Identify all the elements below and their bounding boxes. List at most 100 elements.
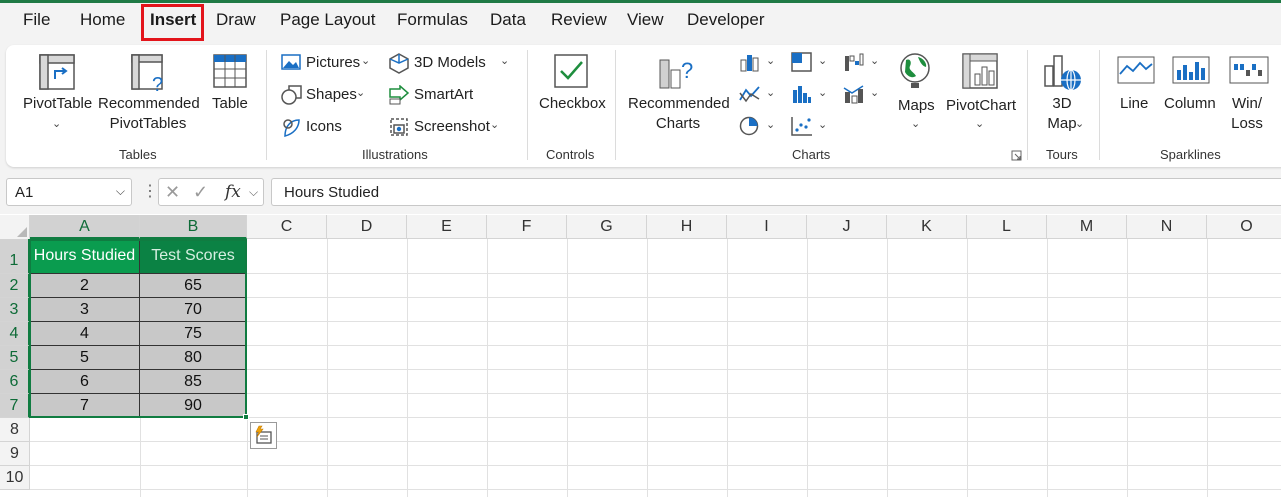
screenshot-icon [390,118,408,136]
sparkline-column-button[interactable]: Column [1164,94,1216,114]
quick-analysis-button[interactable] [250,422,277,449]
hierarchy-chart-icon [791,52,812,72]
formula-input[interactable]: Hours Studied [271,178,1281,206]
gridline [727,239,728,497]
column-header-h[interactable]: H [647,215,727,239]
insert-function-icon[interactable]: fx [225,182,241,202]
row-header-10[interactable]: 10 [0,466,30,490]
recommended-charts-icon: ? [659,58,693,89]
gridline [647,239,648,497]
row-header-9[interactable]: 9 [0,442,30,466]
recommended-charts-label-1: Recommended [628,95,730,112]
3d-models-button[interactable]: 3D Models [414,54,486,71]
column-header-c[interactable]: C [247,215,327,239]
enter-check-icon[interactable]: ✓ [193,182,208,203]
tab-file[interactable]: File [23,10,50,30]
tab-view[interactable]: View [627,10,664,30]
gridline [247,418,248,497]
column-chart-icon [740,55,759,72]
column-chart-chevron-down-icon[interactable]: ⌄ [766,54,775,67]
line-chart-chevron-down-icon[interactable]: ⌄ [766,86,775,99]
name-box[interactable]: A1 ⌵ [6,178,132,206]
column-header-o[interactable]: O [1207,215,1281,239]
column-header-n[interactable]: N [1127,215,1207,239]
tab-review[interactable]: Review [551,10,607,30]
sparkline-winloss-icon [1229,56,1269,84]
smartart-button[interactable]: SmartArt [414,86,473,103]
maps-globe-icon [900,53,930,88]
row-header-3[interactable]: 3 [0,298,30,322]
row-header-2[interactable]: 2 [0,274,30,298]
column-header-d[interactable]: D [327,215,407,239]
tab-developer[interactable]: Developer [687,10,765,30]
recommended-charts-button[interactable]: Recommended Charts [628,94,730,134]
maps-button[interactable]: Maps [898,96,935,116]
column-header-m[interactable]: M [1047,215,1127,239]
screenshot-chevron-down-icon[interactable]: ⌄ [490,118,499,131]
tab-draw[interactable]: Draw [216,10,256,30]
shapes-chevron-down-icon[interactable]: ⌄ [356,86,365,99]
pivottable-chevron-down-icon[interactable]: ⌄ [52,117,61,130]
recommended-pivottables-button[interactable]: Recommended PivotTables [98,94,200,134]
icons-button[interactable]: Icons [306,118,342,135]
maps-chevron-down-icon[interactable]: ⌄ [911,117,920,130]
scatter-chart-chevron-down-icon[interactable]: ⌄ [818,118,827,131]
smartart-icon [389,85,410,105]
column-header-e[interactable]: E [407,215,487,239]
gridline [1207,239,1208,497]
group-separator [527,50,528,160]
pie-chart-chevron-down-icon[interactable]: ⌄ [766,118,775,131]
column-header-g[interactable]: G [567,215,647,239]
column-header-l[interactable]: L [967,215,1047,239]
group-label-illustrations: Illustrations [362,147,428,162]
column-header-i[interactable]: I [727,215,807,239]
name-box-chevron-down-icon[interactable]: ⌵ [116,184,125,199]
fill-handle[interactable] [243,414,249,420]
checkbox-button[interactable]: Checkbox [539,94,606,114]
3d-models-chevron-down-icon[interactable]: ⌄ [500,54,509,67]
row-header-4[interactable]: 4 [0,322,30,346]
tab-formulas[interactable]: Formulas [397,10,468,30]
group-label-sparklines: Sparklines [1160,147,1221,162]
3d-map-icon [1044,55,1081,91]
column-header-j[interactable]: J [807,215,887,239]
column-header-b[interactable]: B [140,215,247,239]
pictures-chevron-down-icon[interactable]: ⌄ [361,54,370,67]
icons-icon [283,119,300,137]
fx-chevron-down-icon[interactable]: ⌵ [249,185,258,200]
row-header-7[interactable]: 7 [0,394,30,418]
tab-home[interactable]: Home [80,10,125,30]
sparkline-line-button[interactable]: Line [1120,94,1148,114]
waterfall-chart-chevron-down-icon[interactable]: ⌄ [870,54,879,67]
hierarchy-chart-chevron-down-icon[interactable]: ⌄ [818,54,827,67]
charts-dialog-launcher-icon[interactable] [1011,150,1022,161]
table-button[interactable]: Table [212,94,248,114]
gridline [487,239,488,497]
row-header-5[interactable]: 5 [0,346,30,370]
combo-chart-chevron-down-icon[interactable]: ⌄ [870,86,879,99]
statistic-chart-chevron-down-icon[interactable]: ⌄ [818,86,827,99]
shapes-button[interactable]: Shapes [306,86,357,103]
tab-data[interactable]: Data [490,10,526,30]
sparkline-winloss-button[interactable]: Win/ Loss [1230,94,1264,134]
row-header-1[interactable]: 1 [0,239,30,274]
select-all-button[interactable] [0,215,30,239]
pivotchart-button[interactable]: PivotChart [946,96,1016,116]
name-box-value: A1 [15,184,34,201]
column-header-k[interactable]: K [887,215,967,239]
3d-map-chevron-down-icon[interactable]: ⌄ [1075,117,1084,130]
column-header-a[interactable]: A [30,215,140,239]
screenshot-button[interactable]: Screenshot [414,118,490,135]
pictures-button[interactable]: Pictures [306,54,360,71]
pivottable-button[interactable]: PivotTable [23,94,92,114]
svg-text:?: ? [681,58,693,83]
sparkline-column-icon [1172,56,1210,84]
formula-bar-more-icon[interactable]: ⋮ [142,181,158,201]
row-header-8[interactable]: 8 [0,418,30,442]
row-header-6[interactable]: 6 [0,370,30,394]
line-chart-icon [739,86,760,103]
pivotchart-chevron-down-icon[interactable]: ⌄ [975,117,984,130]
column-header-f[interactable]: F [487,215,567,239]
cancel-icon[interactable]: ✕ [165,182,180,203]
tab-page-layout[interactable]: Page Layout [280,10,375,30]
